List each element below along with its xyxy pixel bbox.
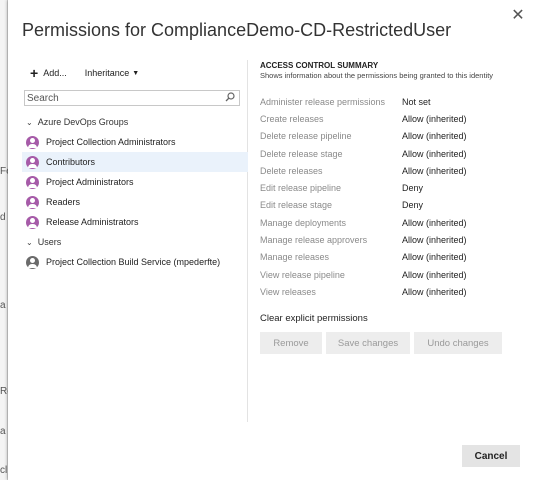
- permission-name: View releases: [260, 286, 316, 297]
- summary-description: Shows information about the permissions …: [260, 71, 494, 80]
- permission-name: Edit release stage: [260, 200, 333, 211]
- permission-value[interactable]: Deny: [402, 183, 423, 193]
- permission-name: Manage deployments: [260, 217, 347, 228]
- tree-item-label: Readers: [46, 197, 81, 207]
- save-changes-button[interactable]: Save changes: [326, 332, 410, 354]
- permission-name: Delete release stage: [260, 148, 343, 159]
- tree-item-label: Release Administrators: [46, 217, 139, 227]
- dialog-title: Permissions for ComplianceDemo-CD-Restri…: [22, 20, 452, 40]
- permission-name: Create releases: [260, 113, 324, 124]
- permissions-dialog: ✕ Permissions for ComplianceDemo-CD-Rest…: [8, 0, 534, 480]
- permission-row: Manage releases Allow (inherited): [260, 249, 520, 266]
- search-box: [24, 90, 240, 106]
- permission-row: Manage deployments Allow (inherited): [260, 214, 520, 231]
- permission-value[interactable]: Allow (inherited): [402, 166, 467, 176]
- tree-item-label: Contributors: [46, 157, 96, 167]
- permission-name: Edit release pipeline: [260, 183, 342, 194]
- permission-row: View releases Allow (inherited): [260, 283, 520, 300]
- tree-group-label: Users: [37, 237, 62, 247]
- tree-item-contributors[interactable]: Contributors: [22, 152, 248, 172]
- tree-group-azure-devops-groups[interactable]: ⌄ Azure DevOps Groups: [22, 112, 248, 132]
- clear-explicit-permissions-link[interactable]: Clear explicit permissions: [260, 313, 368, 324]
- permission-name: Delete releases: [260, 165, 323, 176]
- permission-name: Administer release permissions: [260, 96, 386, 107]
- permission-row: Edit release pipeline Deny: [260, 179, 520, 196]
- action-buttons: Remove Save changes Undo changes: [260, 332, 506, 354]
- permission-value[interactable]: Allow (inherited): [402, 218, 467, 228]
- summary-title: ACCESS CONTROL SUMMARY: [260, 61, 379, 70]
- search-input[interactable]: [27, 92, 217, 104]
- background-page-edge: Fe d a Re a cl: [0, 0, 13, 480]
- undo-changes-button[interactable]: Undo changes: [414, 332, 502, 354]
- tree-group-label: Azure DevOps Groups: [37, 117, 129, 127]
- permission-value[interactable]: Allow (inherited): [402, 235, 467, 245]
- permission-row: Create releases Allow (inherited): [260, 110, 520, 127]
- plus-icon: +: [30, 65, 39, 81]
- access-control-summary: ACCESS CONTROL SUMMARY Shows information…: [260, 60, 520, 354]
- add-label: Add...: [43, 68, 67, 78]
- permission-value[interactable]: Allow (inherited): [402, 131, 467, 141]
- group-icon: [26, 155, 39, 169]
- permission-name: Manage release approvers: [260, 235, 368, 246]
- permission-value[interactable]: Allow (inherited): [402, 270, 467, 280]
- remove-button[interactable]: Remove: [260, 332, 322, 354]
- group-icon: [26, 215, 39, 229]
- permission-row: Administer release permissions Not set: [260, 93, 520, 110]
- permission-row: Delete release stage Allow (inherited): [260, 145, 520, 162]
- identity-tree: ⌄ Azure DevOps Groups Project Collection…: [22, 112, 248, 272]
- permissions-list: Administer release permissions Not set Cr…: [260, 93, 520, 301]
- tree-item-label: Project Collection Administrators: [46, 137, 176, 147]
- cancel-button[interactable]: Cancel: [462, 445, 520, 467]
- tree-item-label: Project Administrators: [46, 177, 134, 187]
- permission-row: Delete release pipeline Allow (inherited): [260, 128, 520, 145]
- close-icon[interactable]: ✕: [510, 8, 526, 24]
- identity-panel: + Add... Inheritance ▼ ⌄ Azure DevOps Gr…: [22, 60, 248, 422]
- add-button[interactable]: + Add...: [30, 66, 67, 80]
- background-fragment: a: [0, 426, 6, 437]
- permission-name: Manage releases: [260, 252, 330, 263]
- permission-value[interactable]: Deny: [402, 200, 423, 210]
- permission-row: Edit release stage Deny: [260, 197, 520, 214]
- group-icon: [26, 135, 39, 149]
- tree-item-project-collection-administrators[interactable]: Project Collection Administrators: [22, 132, 248, 152]
- permission-value[interactable]: Allow (inherited): [402, 149, 467, 159]
- permission-row: View release pipeline Allow (inherited): [260, 266, 520, 283]
- search-icon[interactable]: [225, 92, 235, 102]
- inheritance-label: Inheritance: [84, 68, 130, 78]
- tree-item-readers[interactable]: Readers: [22, 192, 248, 212]
- tree-group-users[interactable]: ⌄ Users: [22, 232, 248, 252]
- permission-value[interactable]: Allow (inherited): [402, 114, 467, 124]
- tree-item-build-service-user[interactable]: Project Collection Build Service (mpeder…: [22, 252, 248, 272]
- inheritance-dropdown[interactable]: Inheritance ▼: [85, 68, 139, 78]
- background-fragment: cl: [0, 465, 8, 476]
- user-icon: [26, 255, 39, 269]
- tree-item-label: Project Collection Build Service (mpeder…: [46, 257, 221, 267]
- permission-row: Manage release approvers Allow (inherited…: [260, 231, 520, 248]
- permission-value[interactable]: Allow (inherited): [402, 287, 467, 297]
- background-fragment: d: [0, 212, 6, 223]
- permission-name: View release pipeline: [260, 269, 345, 280]
- identity-toolbar: + Add... Inheritance ▼: [30, 65, 139, 81]
- chevron-down-icon: ⌄: [26, 237, 33, 247]
- tree-item-project-administrators[interactable]: Project Administrators: [22, 172, 248, 192]
- permission-row: Delete releases Allow (inherited): [260, 162, 520, 179]
- chevron-down-icon: ⌄: [26, 117, 33, 127]
- group-icon: [26, 175, 39, 189]
- permission-value[interactable]: Not set: [402, 97, 431, 107]
- group-icon: [26, 195, 39, 209]
- tree-item-release-administrators[interactable]: Release Administrators: [22, 212, 248, 232]
- permission-value[interactable]: Allow (inherited): [402, 252, 467, 262]
- background-fragment: a: [0, 300, 6, 311]
- permission-name: Delete release pipeline: [260, 131, 352, 142]
- caret-down-icon: ▼: [132, 69, 140, 77]
